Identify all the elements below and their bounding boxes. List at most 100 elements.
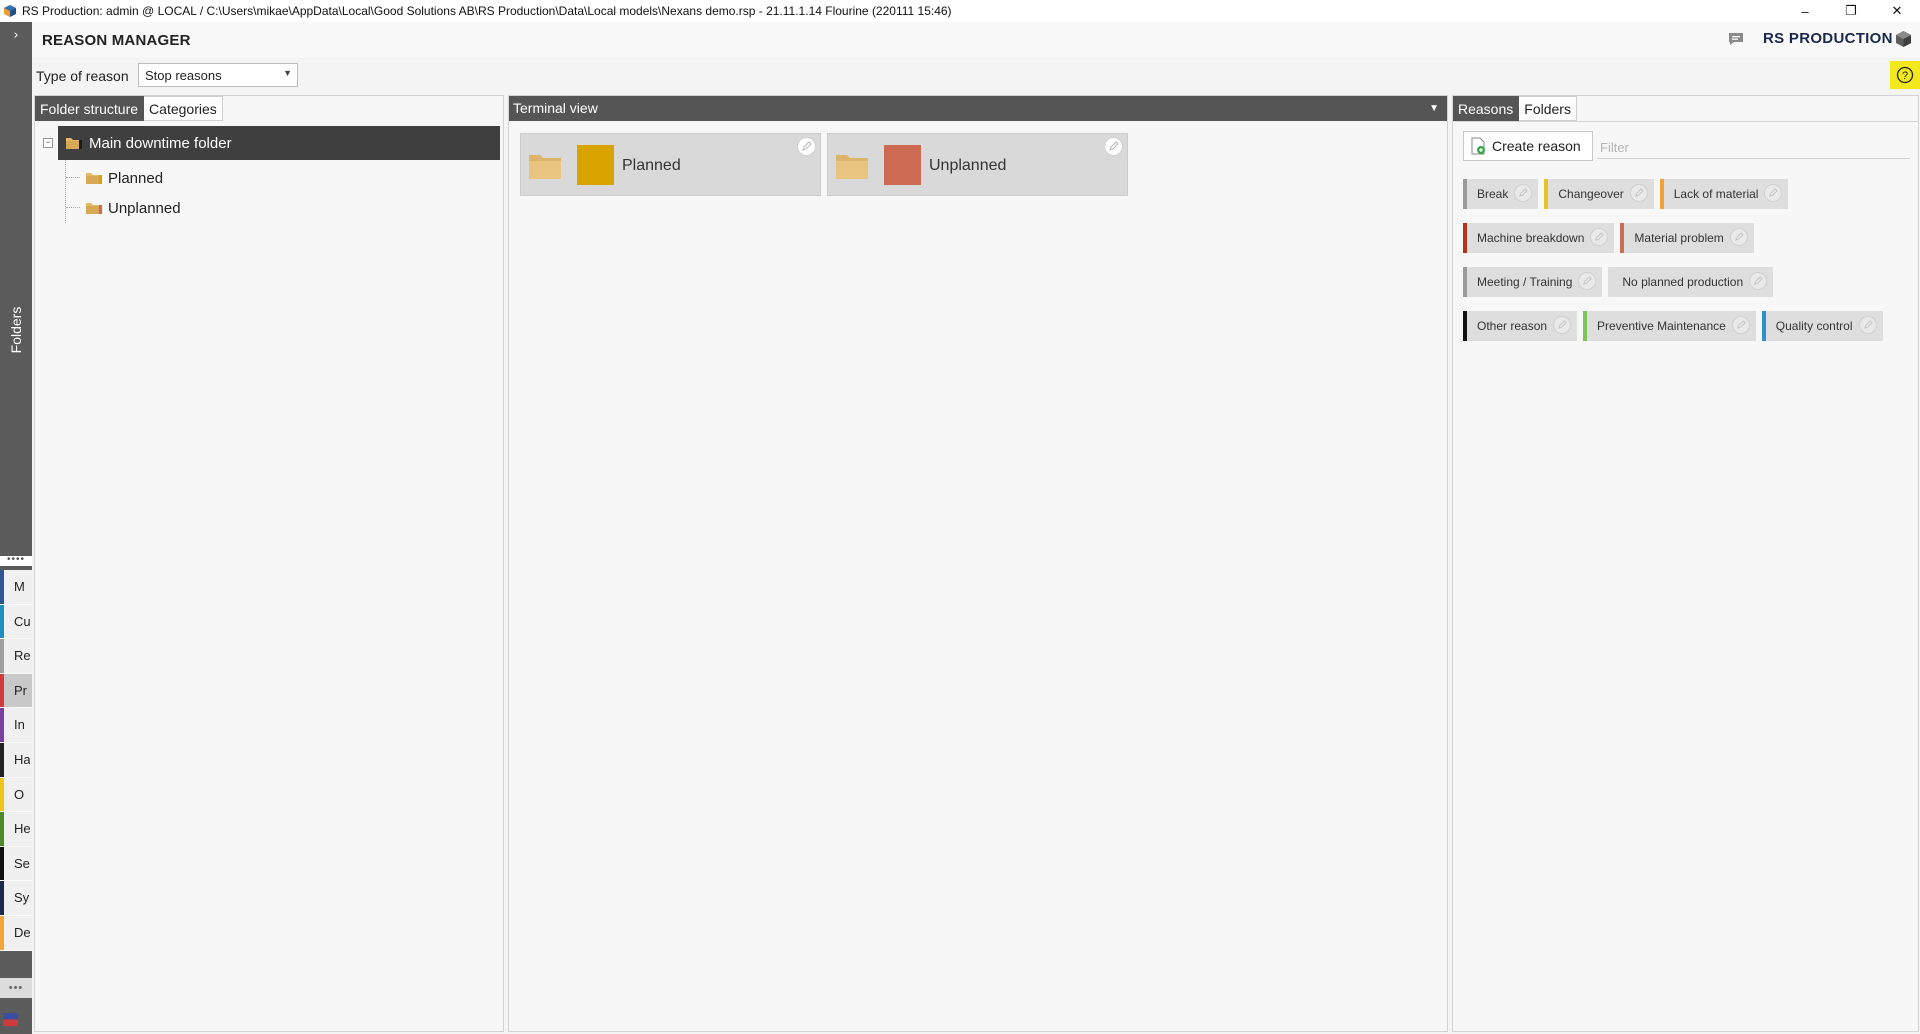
reason-list: Break Changeover Lack of material Machine b… bbox=[1463, 179, 1913, 355]
color-swatch bbox=[577, 145, 614, 185]
terminal-tile-unplanned[interactable]: Unplanned bbox=[827, 133, 1128, 196]
edit-tile-button[interactable] bbox=[797, 137, 816, 156]
module-item[interactable]: De bbox=[0, 915, 32, 951]
module-item[interactable]: He bbox=[0, 812, 32, 847]
terminal-view-header[interactable]: Terminal view ▼ bbox=[509, 96, 1447, 121]
reason-chip[interactable]: Lack of material bbox=[1659, 179, 1789, 209]
tab-reasons[interactable]: Reasons bbox=[1453, 96, 1520, 121]
window-title: RS Production: admin @ LOCAL / C:\Users\… bbox=[22, 4, 952, 18]
expand-sidebar-button[interactable]: › bbox=[0, 28, 32, 46]
reason-label: Meeting / Training bbox=[1477, 275, 1573, 289]
reason-label: Other reason bbox=[1477, 319, 1548, 333]
reason-label: Quality control bbox=[1775, 319, 1853, 333]
reason-label: No planned production bbox=[1622, 275, 1744, 289]
minimize-button[interactable]: – bbox=[1782, 0, 1828, 22]
language-flag-icon[interactable] bbox=[3, 1013, 18, 1026]
module-color-stripe bbox=[0, 570, 4, 604]
reasons-panel: Reasons Folders Create reason Break Chang… bbox=[1452, 95, 1919, 1032]
page-header: REASON MANAGER RS PRODUCTION bbox=[32, 22, 1920, 58]
tab-categories[interactable]: Categories bbox=[144, 96, 223, 121]
module-item[interactable]: Se bbox=[0, 846, 32, 882]
chat-icon[interactable] bbox=[1728, 32, 1744, 46]
folder-icon bbox=[529, 155, 561, 179]
reason-chip[interactable]: Break bbox=[1463, 179, 1539, 209]
edit-reason-button[interactable] bbox=[1731, 316, 1750, 334]
tab-folders[interactable]: Folders bbox=[1519, 96, 1577, 121]
more-modules-button[interactable]: ••• bbox=[0, 978, 32, 998]
reason-chip[interactable]: No planned production bbox=[1608, 267, 1774, 297]
module-color-stripe bbox=[0, 673, 4, 708]
tree-item-label: Unplanned bbox=[108, 199, 181, 217]
collapse-toggle[interactable]: − bbox=[43, 138, 53, 148]
reason-chip[interactable]: Changeover bbox=[1544, 179, 1654, 209]
tile-label: Unplanned bbox=[929, 157, 1007, 174]
create-reason-label: Create reason bbox=[1492, 138, 1581, 154]
create-reason-button[interactable]: Create reason bbox=[1463, 131, 1593, 161]
tree-item-main-downtime-folder[interactable]: Main downtime folder bbox=[58, 126, 500, 160]
module-label: Cu bbox=[14, 613, 30, 629]
pencil-icon bbox=[1558, 320, 1567, 329]
edit-reason-button[interactable] bbox=[1553, 316, 1572, 334]
edit-reason-button[interactable] bbox=[1629, 184, 1648, 202]
module-item[interactable]: Pr bbox=[0, 673, 32, 709]
module-item[interactable]: In bbox=[0, 708, 32, 743]
type-of-reason-value: Stop reasons bbox=[145, 68, 222, 83]
edit-reason-button[interactable] bbox=[1590, 228, 1609, 246]
module-color-stripe bbox=[0, 812, 4, 846]
module-item[interactable]: M bbox=[0, 570, 32, 605]
terminal-tile-planned[interactable]: Planned bbox=[520, 133, 821, 196]
reason-chip[interactable]: Preventive Maintenance bbox=[1583, 311, 1756, 341]
edit-reason-button[interactable] bbox=[1514, 184, 1533, 202]
edit-reason-button[interactable] bbox=[1578, 272, 1597, 290]
edit-reason-button[interactable] bbox=[1729, 228, 1748, 246]
reason-row: Other reason Preventive Maintenance Qualit… bbox=[1463, 311, 1913, 341]
chevron-down-icon[interactable]: ▼ bbox=[1429, 96, 1439, 121]
folder-icon bbox=[86, 203, 102, 214]
module-label: M bbox=[14, 579, 25, 594]
pencil-icon bbox=[1863, 320, 1873, 329]
module-label: Se bbox=[14, 855, 30, 871]
tree-connector bbox=[66, 207, 80, 208]
module-item[interactable]: O bbox=[0, 777, 32, 813]
reason-chip[interactable]: Quality control bbox=[1761, 311, 1883, 341]
type-of-reason-select[interactable]: Stop reasons ▼ bbox=[138, 63, 298, 87]
module-color-stripe bbox=[0, 915, 4, 950]
reason-label: Changeover bbox=[1558, 187, 1624, 201]
edit-tile-button[interactable] bbox=[1104, 137, 1123, 156]
module-item[interactable]: Sy bbox=[0, 881, 32, 916]
edit-reason-button[interactable] bbox=[1764, 184, 1783, 202]
module-resize-handle[interactable]: •••• bbox=[0, 555, 32, 566]
help-button[interactable]: ? bbox=[1890, 61, 1920, 89]
module-item[interactable]: Cu bbox=[0, 604, 32, 640]
tab-folder-structure[interactable]: Folder structure bbox=[35, 96, 145, 121]
page-title: REASON MANAGER bbox=[42, 32, 191, 49]
help-icon: ? bbox=[1896, 66, 1914, 84]
reason-chip[interactable]: Material problem bbox=[1620, 223, 1754, 253]
filter-input[interactable] bbox=[1597, 137, 1910, 159]
module-item[interactable]: Re bbox=[0, 639, 32, 674]
right-tabs: Reasons Folders bbox=[1453, 96, 1577, 121]
module-label: Sy bbox=[14, 890, 30, 906]
reason-chip[interactable]: Meeting / Training bbox=[1463, 267, 1603, 297]
pencil-icon bbox=[1519, 188, 1529, 197]
module-nav: M Cu Re Pr In Ha O He Se Sy De bbox=[0, 570, 32, 951]
tab-divider bbox=[1453, 121, 1918, 122]
new-document-icon bbox=[1471, 137, 1485, 155]
folders-panel-toggle[interactable]: Folders bbox=[6, 290, 26, 370]
tree-item-unplanned[interactable]: Unplanned bbox=[85, 191, 181, 225]
window-titlebar: RS Production: admin @ LOCAL / C:\Users\… bbox=[0, 0, 1920, 22]
module-color-stripe bbox=[0, 846, 4, 881]
edit-reason-button[interactable] bbox=[1749, 272, 1768, 290]
module-item[interactable]: Ha bbox=[0, 742, 32, 778]
restore-button[interactable]: ❐ bbox=[1828, 0, 1874, 22]
module-label: Pr bbox=[14, 682, 27, 698]
close-button[interactable]: ✕ bbox=[1874, 0, 1920, 22]
reason-label: Machine breakdown bbox=[1477, 231, 1585, 245]
terminal-tiles: Planned Unplanned bbox=[520, 133, 1128, 196]
reason-chip[interactable]: Machine breakdown bbox=[1463, 223, 1615, 253]
reason-chip[interactable]: Other reason bbox=[1463, 311, 1578, 341]
edit-reason-button[interactable] bbox=[1858, 316, 1877, 334]
module-color-stripe bbox=[0, 742, 4, 777]
tree-item-planned[interactable]: Planned bbox=[85, 161, 163, 195]
pencil-icon bbox=[1595, 232, 1605, 241]
